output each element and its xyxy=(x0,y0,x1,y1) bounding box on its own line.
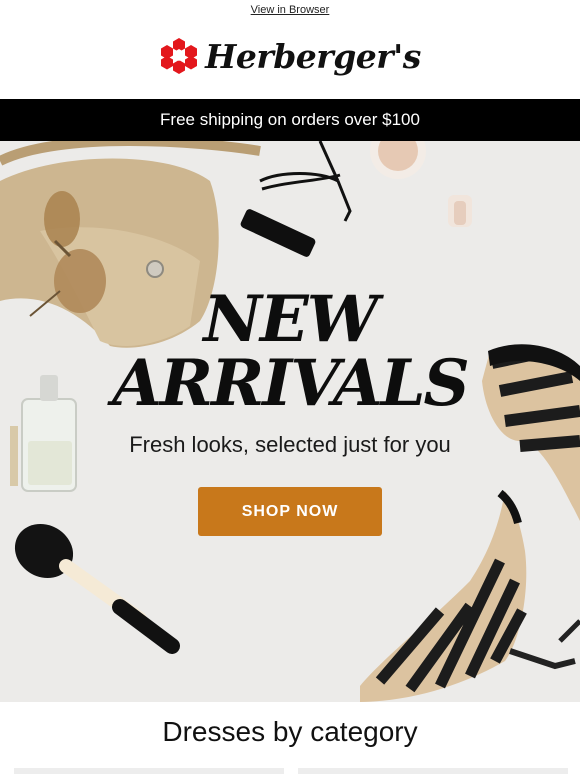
lipstick-image xyxy=(240,209,316,257)
brand-name: Herberger's xyxy=(205,36,421,76)
category-cards xyxy=(0,768,580,774)
shop-now-button[interactable]: SHOP NOW xyxy=(198,487,382,536)
headline-line-arrivals: ARRIVALS xyxy=(112,346,470,421)
category-card-left[interactable] xyxy=(14,768,284,774)
eyelash-curler-image xyxy=(259,141,352,222)
dresses-section-title: Dresses by category xyxy=(162,716,418,747)
headline-line-new: NEW xyxy=(203,282,378,357)
hero-subheadline: Fresh looks, selected just for you xyxy=(129,432,451,457)
hero-accessories-image xyxy=(0,141,580,702)
brand-logo[interactable]: Herberger's xyxy=(0,28,580,84)
category-card-right[interactable] xyxy=(298,768,568,774)
hero-headline: NEW ARRIVALS xyxy=(0,282,580,421)
promo-text: Free shipping on orders over $100 xyxy=(160,110,420,129)
top-links: View in Browser xyxy=(0,0,580,16)
nail-polish-image xyxy=(448,195,472,227)
free-shipping-banner[interactable]: Free shipping on orders over $100 xyxy=(0,99,580,141)
hero-banner[interactable]: NEW ARRIVALS Fresh looks, selected just … xyxy=(0,141,580,702)
makeup-brush-image xyxy=(14,523,180,654)
red-flower-logo-icon xyxy=(161,38,198,74)
view-in-browser-link[interactable]: View in Browser xyxy=(251,5,330,16)
